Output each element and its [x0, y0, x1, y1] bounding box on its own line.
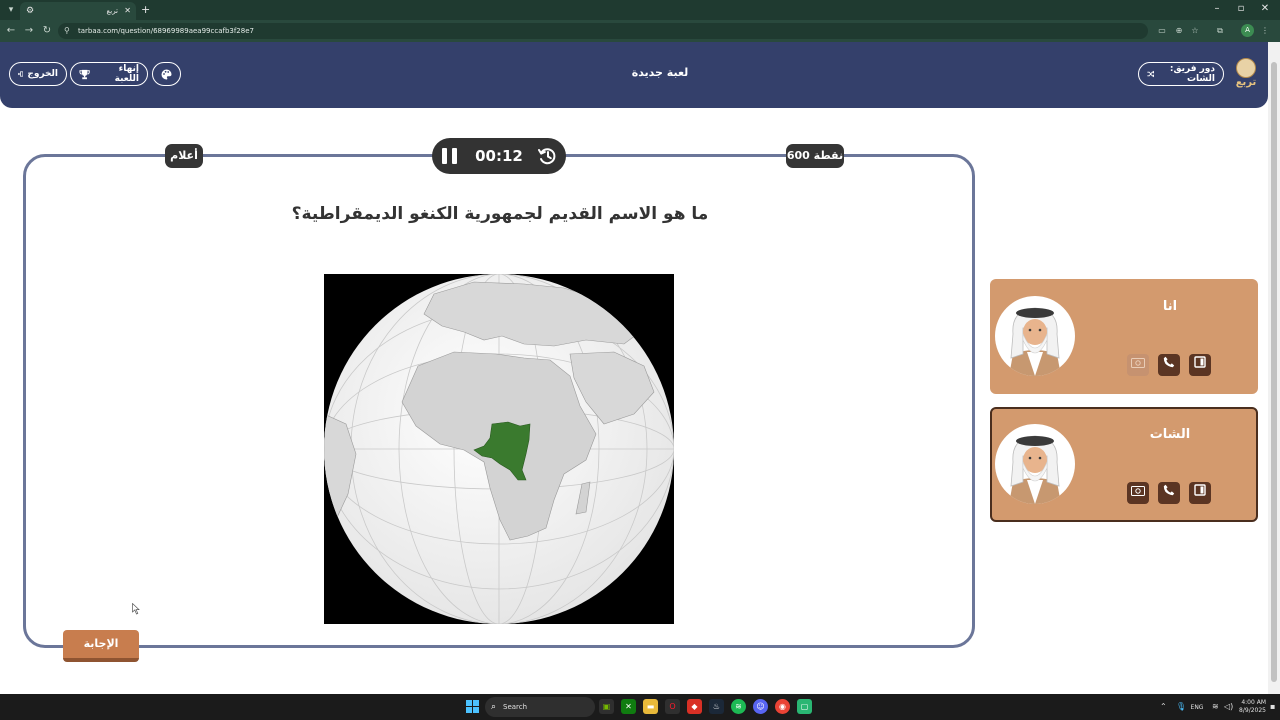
taskbar-search[interactable]: ⌕ Search	[485, 697, 595, 717]
opera-icon[interactable]: O	[665, 699, 680, 714]
category-chip: أعلام	[165, 144, 203, 168]
call-friend-button[interactable]	[1158, 482, 1180, 504]
extensions-icon[interactable]: ⧉	[1213, 24, 1227, 38]
new-tab-icon[interactable]: +	[141, 3, 150, 17]
logo-emblem	[1236, 58, 1256, 78]
forward-icon[interactable]: →	[22, 24, 36, 38]
search-icon: ⌕	[491, 702, 497, 712]
maximize-icon[interactable]: ▫	[1231, 2, 1251, 16]
site-info-icon[interactable]: ⚲	[64, 25, 70, 37]
discord-icon[interactable]: ☺	[753, 699, 768, 714]
double-points-button[interactable]	[1127, 482, 1149, 504]
team-name: انا	[1162, 299, 1178, 314]
points-chip: 600 نقطة	[786, 144, 844, 168]
clock-time[interactable]: 4:00 AM	[1232, 699, 1266, 707]
page-scrollbar[interactable]	[1268, 42, 1280, 694]
zoom-icon[interactable]: ⊕	[1172, 24, 1186, 38]
timer-pill: 00:12	[432, 138, 566, 174]
windows-taskbar: ⌕ Search ▣ ✕ ▬ O ◆ ♨ ≋ ☺ ◉ ▢ ⌃ 🎙 ENG ≋ ◁…	[0, 694, 1280, 720]
shuffle-icon	[1147, 70, 1155, 78]
windows-start-icon[interactable]	[466, 700, 479, 713]
back-icon[interactable]: ←	[4, 24, 18, 38]
team-avatar	[995, 424, 1075, 504]
question-text: ما هو الاسم القديم لجمهورية الكنغو الديم…	[291, 204, 709, 224]
card-swap-icon	[1194, 484, 1206, 496]
palette-icon	[161, 69, 172, 79]
question-map-image	[324, 274, 674, 624]
app-logo[interactable]: تربع	[1232, 56, 1260, 92]
window-close-icon[interactable]: ✕	[1255, 2, 1275, 16]
cast-icon[interactable]: ▭	[1155, 24, 1169, 38]
profile-avatar[interactable]: A	[1241, 24, 1254, 37]
browser-toolbar: ← → ↻ ⚲ tarbaa.com/question/68969989aea9…	[0, 20, 1280, 42]
mouse-cursor-icon	[132, 603, 140, 615]
double-points-used-icon	[1127, 354, 1149, 376]
wifi-icon[interactable]: ≋	[1212, 701, 1219, 713]
bookmark-star-icon[interactable]: ☆	[1188, 24, 1202, 38]
browser-menu-icon[interactable]: ⋮	[1258, 24, 1272, 38]
url-text: tarbaa.com/question/68969989aea99ccafb3f…	[78, 27, 254, 35]
search-placeholder: Search	[503, 703, 528, 711]
tab-close-icon[interactable]: ✕	[124, 5, 131, 17]
money-icon	[1131, 486, 1145, 496]
exit-button[interactable]: الخروج	[9, 62, 67, 86]
team-name: الشات	[1149, 427, 1191, 442]
end-game-label: إنهاء اللعبة	[114, 64, 139, 84]
phone-icon	[1163, 484, 1175, 496]
media-app-icon[interactable]: ◆	[687, 699, 702, 714]
pause-icon[interactable]	[442, 148, 458, 164]
active-app-icon[interactable]: ▢	[797, 699, 812, 714]
minimize-icon[interactable]: –	[1207, 2, 1227, 16]
team-avatar	[995, 296, 1075, 376]
tab-title: تربع	[106, 7, 118, 15]
timer-value: 00:12	[475, 147, 523, 165]
turn-label: دور فريق: الشات	[1169, 64, 1215, 84]
phone-icon	[1163, 356, 1175, 368]
card-swap-icon	[1194, 356, 1206, 368]
chrome-icon[interactable]: ◉	[775, 699, 790, 714]
browser-tab-strip: ▾ ⚙ تربع ✕ + – ▫ ✕	[0, 0, 1280, 20]
steam-icon[interactable]: ♨	[709, 699, 724, 714]
palette-button[interactable]	[152, 62, 181, 86]
reset-timer-icon[interactable]	[538, 147, 556, 165]
xbox-icon[interactable]: ✕	[621, 699, 636, 714]
trophy-icon	[79, 69, 90, 79]
scroll-thumb[interactable]	[1271, 62, 1277, 682]
file-explorer-icon[interactable]: ▬	[643, 699, 658, 714]
nvidia-icon[interactable]: ▣	[599, 699, 614, 714]
clock-date[interactable]: 8/9/2025	[1232, 707, 1266, 715]
address-bar[interactable]: ⚲ tarbaa.com/question/68969989aea99ccafb…	[58, 23, 1148, 39]
spotify-icon[interactable]: ≋	[731, 699, 746, 714]
exit-door-icon	[18, 71, 24, 77]
favicon-icon: ⚙	[25, 6, 35, 16]
team-card-alshat: الشات	[990, 407, 1258, 522]
exit-label: الخروج	[27, 69, 58, 79]
turn-indicator-button[interactable]: دور فريق: الشات	[1138, 62, 1224, 86]
sheikh-avatar-icon	[1009, 307, 1061, 376]
notifications-icon[interactable]: ▪	[1270, 701, 1275, 713]
tray-overflow-icon[interactable]: ⌃	[1160, 701, 1167, 713]
team-card-ana: انا	[990, 279, 1258, 394]
game-title: لعبة جديدة	[631, 66, 689, 79]
globe-map	[324, 274, 674, 624]
tab-search-icon[interactable]: ▾	[4, 3, 18, 17]
language-indicator[interactable]: ENG	[1188, 704, 1206, 712]
logo-text: تربع	[1235, 77, 1257, 88]
app-header: الخروج إنهاء اللعبة لعبة جديدة دور فريق:…	[0, 42, 1268, 108]
hole-card-button[interactable]	[1189, 482, 1211, 504]
answer-button[interactable]: الإجابة	[63, 630, 139, 662]
microphone-icon[interactable]: 🎙	[1176, 701, 1186, 713]
sheikh-avatar-icon	[1009, 435, 1061, 504]
call-friend-button[interactable]	[1158, 354, 1180, 376]
reload-icon[interactable]: ↻	[40, 24, 54, 38]
end-game-button[interactable]: إنهاء اللعبة	[70, 62, 148, 86]
browser-tab[interactable]: ⚙ تربع ✕	[20, 2, 136, 20]
hole-card-button[interactable]	[1189, 354, 1211, 376]
